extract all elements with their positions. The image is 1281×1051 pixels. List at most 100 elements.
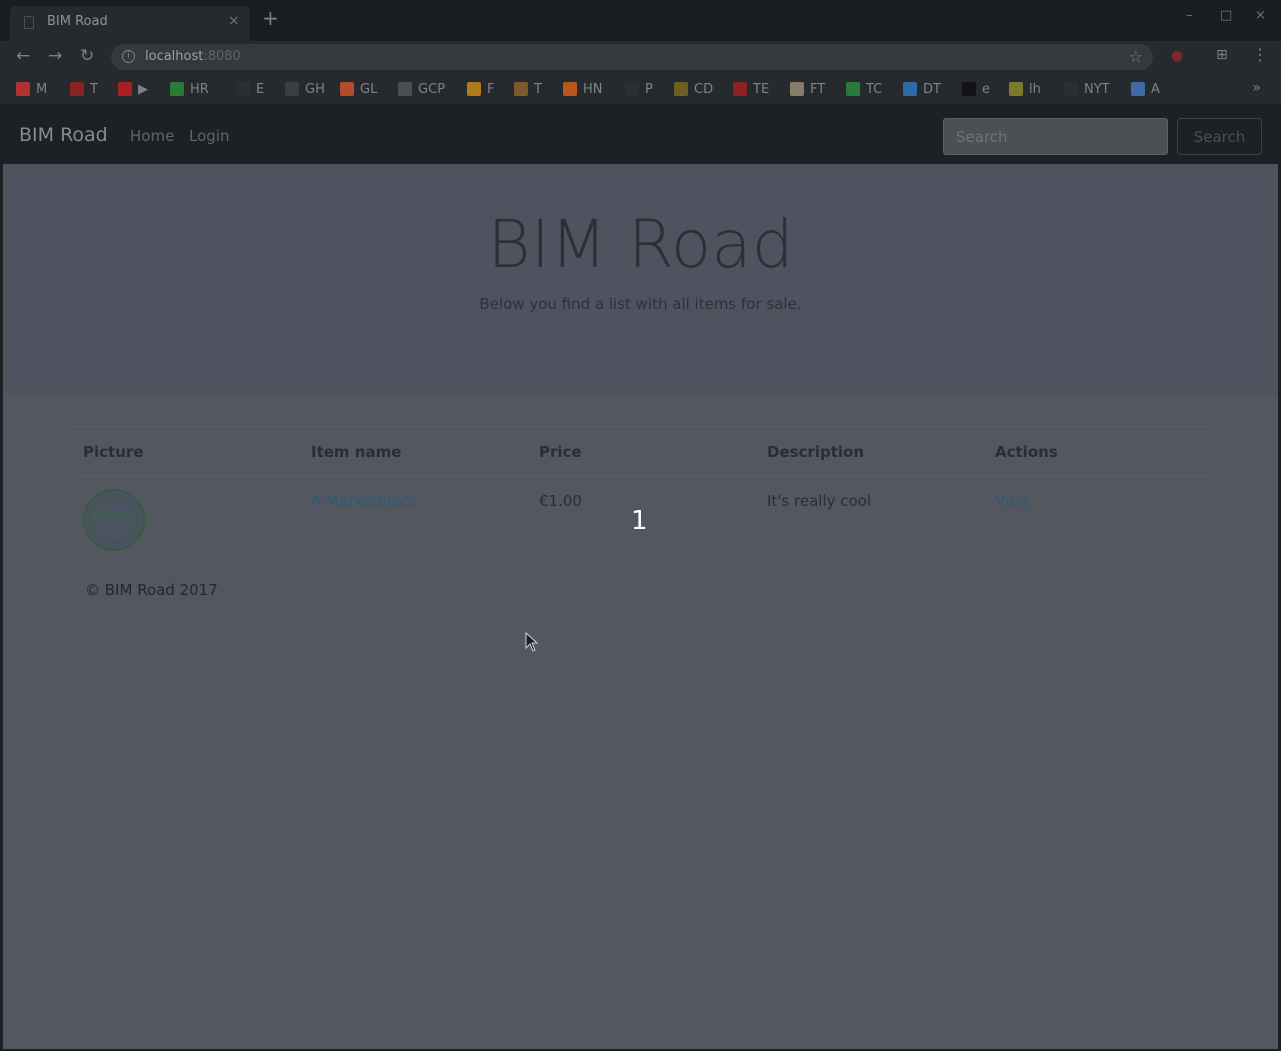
bookmark-favicon-icon xyxy=(467,82,481,96)
jumbotron: BIM Road Below you find a list with all … xyxy=(3,164,1278,394)
bookmark-favicon-icon xyxy=(903,82,917,96)
bookmark-favicon-icon xyxy=(170,82,184,96)
overlay-step-number: 1 xyxy=(631,506,648,536)
bookmark-favicon-icon xyxy=(398,82,412,96)
bookmark-item[interactable]: A xyxy=(1131,80,1160,98)
column-header-item-name: Item name xyxy=(301,426,529,477)
column-header-description: Description xyxy=(757,426,985,477)
description-cell: It's really cool xyxy=(767,492,872,510)
bookmark-star-icon[interactable]: ☆ xyxy=(1129,47,1143,66)
bookmark-favicon-icon xyxy=(846,82,860,96)
bookmark-item[interactable]: F xyxy=(467,80,494,98)
bookmark-label: HN xyxy=(583,81,603,97)
bookmark-favicon-icon xyxy=(16,82,30,96)
nav-link-home[interactable]: Home xyxy=(130,127,174,145)
bookmark-item[interactable]: T xyxy=(70,80,98,98)
reload-icon[interactable]: ↻ xyxy=(80,46,94,66)
bookmark-favicon-icon xyxy=(285,82,299,96)
bookmark-item[interactable]: TE xyxy=(733,80,769,98)
bookmark-item[interactable]: lh xyxy=(1009,80,1041,98)
bookmark-label: lh xyxy=(1029,81,1041,97)
bookmark-item[interactable]: M xyxy=(16,80,47,98)
nav-link-login[interactable]: Login xyxy=(189,127,229,145)
bookmark-label: GH xyxy=(305,81,325,97)
search-input[interactable] xyxy=(943,118,1168,155)
page-icon xyxy=(24,16,34,29)
bookmarks-bar: » M T ▶ HR E GH GL GCP F T HN P CD TE FT TC DT e lh NYT A xyxy=(0,74,1281,104)
bookmark-item[interactable]: TC xyxy=(846,80,882,98)
item-picture-label: BIM ROAD xyxy=(91,513,137,523)
mouse-cursor-icon xyxy=(525,632,539,652)
browser-tab-strip: BIM Road × + – □ × xyxy=(0,0,1281,41)
forward-icon[interactable]: → xyxy=(48,46,62,66)
bookmark-label: A xyxy=(1151,81,1160,97)
bookmark-label: e xyxy=(982,81,990,97)
bookmark-favicon-icon xyxy=(1009,82,1023,96)
browser-menu-icon[interactable]: ⋮ xyxy=(1252,45,1268,64)
extension-icon[interactable]: ⊞ xyxy=(1216,47,1228,63)
minimize-icon[interactable]: – xyxy=(1186,8,1193,23)
page-title: BIM Road xyxy=(487,206,794,283)
bookmark-favicon-icon xyxy=(674,82,688,96)
extension-icon[interactable]: ● xyxy=(1171,48,1183,64)
bookmark-item[interactable]: P xyxy=(625,80,653,98)
bookmark-item[interactable]: GH xyxy=(285,80,325,98)
bookmark-label: HR xyxy=(190,81,209,97)
site-navbar: BIM Road Home Login Search xyxy=(3,104,1278,164)
column-header-price: Price xyxy=(529,426,757,477)
bookmark-item[interactable]: T xyxy=(514,80,542,98)
bookmark-label: P xyxy=(645,81,653,97)
bookmark-item[interactable]: e xyxy=(962,80,990,98)
bookmark-favicon-icon xyxy=(514,82,528,96)
page: BIM Road Home Login Search BIM Road Belo… xyxy=(3,104,1278,1049)
view-link[interactable]: View xyxy=(995,492,1031,510)
bookmark-item[interactable]: FT xyxy=(790,80,825,98)
bookmark-label: GL xyxy=(360,81,378,97)
info-icon[interactable]: i xyxy=(122,50,135,63)
maximize-icon[interactable]: □ xyxy=(1220,8,1232,23)
bookmark-favicon-icon xyxy=(625,82,639,96)
bookmark-favicon-icon xyxy=(1064,82,1078,96)
bookmark-item[interactable]: DT xyxy=(903,80,941,98)
bookmark-item[interactable]: CD xyxy=(674,80,713,98)
bookmarks-overflow-icon[interactable]: » xyxy=(1252,80,1261,96)
bookmark-item[interactable]: ▶ xyxy=(118,80,148,98)
bookmark-label: T xyxy=(534,81,542,97)
bookmark-item[interactable]: HR xyxy=(170,80,209,98)
tab-title: BIM Road xyxy=(47,14,108,29)
site-brand[interactable]: BIM Road xyxy=(19,124,108,146)
back-icon[interactable]: ← xyxy=(16,46,30,66)
bookmark-favicon-icon xyxy=(733,82,747,96)
page-lead: Below you find a list with all items for… xyxy=(479,295,802,313)
bookmark-item[interactable]: NYT xyxy=(1064,80,1110,98)
picture-cell: BIM ROAD xyxy=(73,477,301,552)
column-header-picture: Picture xyxy=(73,426,301,477)
bookmark-label: M xyxy=(36,81,48,97)
item-name-link[interactable]: A Marketplace xyxy=(311,492,418,510)
bookmark-label: F xyxy=(487,81,495,97)
bookmark-favicon-icon xyxy=(118,82,132,96)
url-text: localhost:8080 xyxy=(145,49,241,64)
footer-copyright: © BIM Road 2017 xyxy=(85,581,218,599)
bookmark-label: NYT xyxy=(1084,81,1110,97)
column-header-actions: Actions xyxy=(985,426,1208,477)
bookmark-label: T xyxy=(90,81,98,97)
bookmark-label: E xyxy=(256,81,265,97)
bookmark-favicon-icon xyxy=(563,82,577,96)
new-tab-button[interactable]: + xyxy=(262,8,279,28)
actions-cell: View xyxy=(985,477,1208,552)
bookmark-label: FT xyxy=(810,81,826,97)
address-bar[interactable]: i localhost:8080 ☆ xyxy=(111,44,1153,70)
bookmark-label: TE xyxy=(753,81,770,97)
item-name-cell: A Marketplace xyxy=(301,477,529,552)
bookmark-item[interactable]: E xyxy=(236,80,264,98)
bookmark-label: CD xyxy=(694,81,714,97)
search-button[interactable]: Search xyxy=(1177,118,1262,155)
bookmark-item[interactable]: HN xyxy=(563,80,603,98)
close-tab-icon[interactable]: × xyxy=(228,13,240,29)
bookmark-item[interactable]: GCP xyxy=(398,80,445,98)
close-window-icon[interactable]: × xyxy=(1255,8,1266,23)
bookmark-item[interactable]: GL xyxy=(340,80,377,98)
bookmark-label: ▶ xyxy=(138,81,148,97)
browser-tab[interactable]: BIM Road × xyxy=(10,6,250,41)
